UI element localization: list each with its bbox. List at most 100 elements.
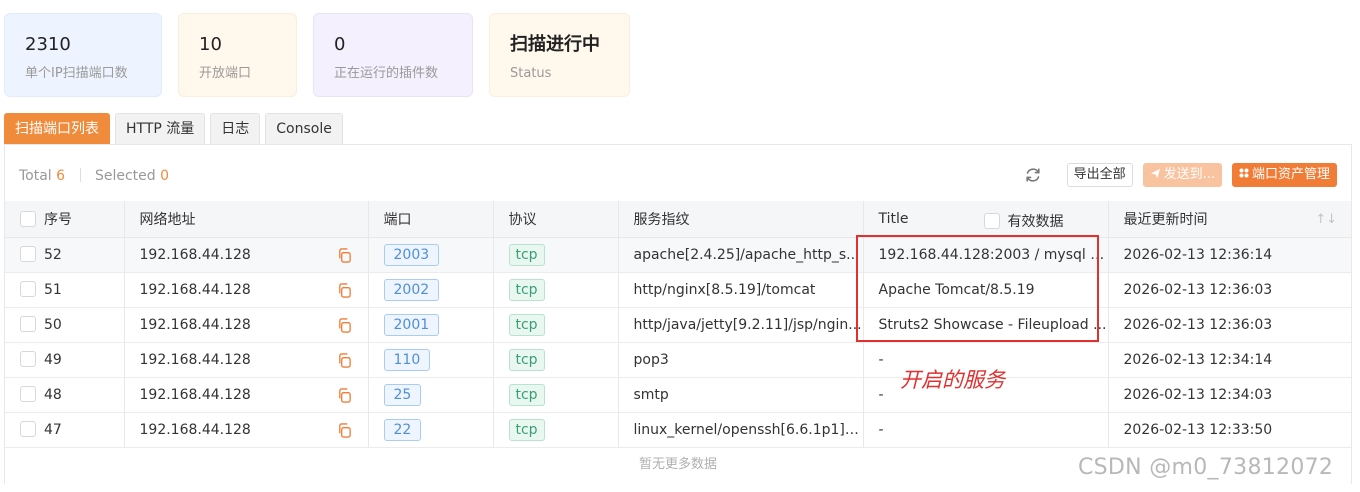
copy-icon[interactable] bbox=[337, 352, 352, 368]
cell-address: 192.168.44.128 bbox=[124, 237, 369, 273]
protocol-tag: tcp bbox=[508, 278, 545, 301]
tab-scan-port-list[interactable]: 扫描端口列表 bbox=[4, 113, 110, 144]
copy-icon[interactable] bbox=[337, 317, 352, 333]
copy-icon[interactable] bbox=[337, 247, 352, 263]
column-seq: 序号 bbox=[5, 201, 125, 238]
table-row[interactable]: 52 192.168.44.128 2003 tcp apache[2.4.25]/ap… bbox=[5, 237, 1351, 273]
port-tag[interactable]: 2003 bbox=[383, 243, 440, 266]
row-checkbox[interactable] bbox=[20, 316, 36, 332]
annotation-text: 开启的服务 bbox=[900, 368, 1005, 392]
table-row[interactable]: 47 192.168.44.128 22 tcp linux_kernel/openss… bbox=[5, 412, 1351, 448]
table-row[interactable]: 51 192.168.44.128 2002 tcp http/nginx[8.5.19… bbox=[5, 272, 1351, 308]
cell-updated: 2026-02-13 12:36:03 bbox=[1108, 272, 1351, 308]
port-tag[interactable]: 110 bbox=[383, 348, 431, 371]
seq-value: 50 bbox=[44, 317, 62, 333]
send-to-button[interactable]: 发送到... bbox=[1142, 163, 1222, 187]
column-title-label: Title bbox=[878, 210, 909, 227]
port-tag[interactable]: 22 bbox=[383, 418, 422, 441]
port-tag[interactable]: 2001 bbox=[383, 313, 440, 336]
stat-label: 正在运行的插件数 bbox=[334, 66, 439, 81]
copy-icon[interactable] bbox=[337, 387, 352, 403]
seq-value: 47 bbox=[44, 422, 62, 438]
seq-value: 49 bbox=[44, 352, 62, 368]
row-checkbox[interactable] bbox=[20, 421, 36, 437]
sort-icon[interactable]: ↑↓ bbox=[1315, 212, 1337, 227]
stat-card-status: 扫描进行中 Status bbox=[489, 13, 630, 97]
select-all-checkbox[interactable] bbox=[20, 210, 36, 227]
stat-value: 0 bbox=[334, 34, 346, 55]
cell-fingerprint: linux_kernel/openssh[6.6.1p1]/... bbox=[618, 412, 864, 448]
cell-title: Struts2 Showcase - Fileupload ... bbox=[863, 307, 1109, 343]
cell-port: 22 bbox=[368, 412, 494, 448]
address-value: 192.168.44.128 bbox=[139, 281, 251, 298]
cell-updated: 2026-02-13 12:34:03 bbox=[1108, 377, 1351, 413]
selection-counts: Total 6 Selected 0 bbox=[19, 168, 169, 184]
cell-updated: 2026-02-13 12:33:50 bbox=[1108, 412, 1351, 448]
cell-fingerprint: smtp bbox=[618, 377, 864, 413]
row-checkbox[interactable] bbox=[20, 386, 36, 402]
address-value: 192.168.44.128 bbox=[139, 421, 251, 438]
cell-address: 192.168.44.128 bbox=[124, 307, 369, 343]
stat-card-ports-per-ip: 2310 单个IP扫描端口数 bbox=[4, 13, 162, 97]
cell-updated: 2026-02-13 12:34:14 bbox=[1108, 342, 1351, 378]
cell-fingerprint: pop3 bbox=[618, 342, 864, 378]
port-asset-management-label: 端口资产管理 bbox=[1251, 167, 1330, 182]
row-checkbox[interactable] bbox=[20, 281, 36, 297]
cell-title: - bbox=[863, 412, 1109, 448]
table-row[interactable]: 48 192.168.44.128 25 tcp smtp -2026-02-13 12:… bbox=[5, 377, 1351, 413]
tab-console[interactable]: Console bbox=[265, 113, 343, 144]
address-value: 192.168.44.128 bbox=[139, 351, 251, 368]
address-value: 192.168.44.128 bbox=[139, 246, 251, 263]
port-tag[interactable]: 25 bbox=[383, 383, 422, 406]
copy-icon[interactable] bbox=[337, 282, 352, 298]
protocol-tag: tcp bbox=[508, 383, 545, 406]
row-checkbox[interactable] bbox=[20, 351, 36, 367]
stat-value: 2310 bbox=[25, 34, 71, 55]
cell-seq: 49 bbox=[5, 342, 125, 378]
export-all-button[interactable]: 导出全部 bbox=[1066, 163, 1133, 187]
column-updated[interactable]: 最近更新时间 ↑↓ bbox=[1108, 201, 1351, 238]
address-value: 192.168.44.128 bbox=[139, 386, 251, 403]
row-checkbox[interactable] bbox=[20, 246, 36, 262]
watermark: CSDN @m0_73812072 bbox=[1078, 455, 1334, 480]
send-icon bbox=[1150, 168, 1160, 179]
table-toolbar: Total 6 Selected 0 导出全部 发送到... 端口资产管理 bbox=[19, 161, 1337, 191]
cell-address: 192.168.44.128 bbox=[124, 377, 369, 413]
stat-label: 单个IP扫描端口数 bbox=[25, 66, 128, 81]
toolbar-actions: 导出全部 发送到... 端口资产管理 bbox=[1023, 163, 1337, 187]
seq-value: 51 bbox=[44, 282, 62, 298]
tab-http-traffic[interactable]: HTTP 流量 bbox=[115, 113, 206, 144]
port-table: 序号 网络地址 端口 协议 服务指纹 Title 有效数据 最近更新时间 ↑↓ … bbox=[5, 201, 1351, 448]
port-tag[interactable]: 2002 bbox=[383, 278, 440, 301]
cell-seq: 48 bbox=[5, 377, 125, 413]
cell-address: 192.168.44.128 bbox=[124, 272, 369, 308]
stat-value: 10 bbox=[199, 34, 222, 55]
stat-value: 扫描进行中 bbox=[510, 34, 600, 55]
valid-data-filter[interactable]: 有效数据 bbox=[983, 211, 1064, 231]
tab-log[interactable]: 日志 bbox=[210, 113, 261, 144]
column-protocol: 协议 bbox=[493, 201, 619, 238]
cell-port: 110 bbox=[368, 342, 494, 378]
refresh-icon[interactable] bbox=[1023, 165, 1043, 185]
cell-port: 2002 bbox=[368, 272, 494, 308]
table-row[interactable]: 50 192.168.44.128 2001 tcp http/java/jetty[9… bbox=[5, 307, 1351, 343]
cell-updated: 2026-02-13 12:36:03 bbox=[1108, 307, 1351, 343]
cell-protocol: tcp bbox=[493, 307, 619, 343]
cell-title: Apache Tomcat/8.5.19 bbox=[863, 272, 1109, 308]
cell-fingerprint: apache[2.4.25]/apache_http_s... bbox=[618, 237, 864, 273]
protocol-tag: tcp bbox=[508, 313, 545, 336]
cell-port: 25 bbox=[368, 377, 494, 413]
cell-protocol: tcp bbox=[493, 272, 619, 308]
copy-icon[interactable] bbox=[337, 422, 352, 438]
column-port: 端口 bbox=[368, 201, 494, 238]
grid-icon bbox=[1239, 168, 1249, 178]
seq-value: 52 bbox=[44, 247, 62, 263]
valid-data-checkbox[interactable] bbox=[983, 213, 1000, 229]
divider bbox=[79, 168, 81, 182]
cell-title: 192.168.44.128:2003 / mysql | ... bbox=[863, 237, 1109, 273]
port-asset-management-button[interactable]: 端口资产管理 bbox=[1231, 163, 1337, 187]
column-updated-label: 最近更新时间 bbox=[1123, 211, 1208, 228]
send-to-label: 发送到... bbox=[1163, 167, 1215, 182]
column-seq-label: 序号 bbox=[44, 211, 72, 228]
table-row[interactable]: 49 192.168.44.128 110 tcp pop3-2026-02-13 12… bbox=[5, 342, 1351, 378]
